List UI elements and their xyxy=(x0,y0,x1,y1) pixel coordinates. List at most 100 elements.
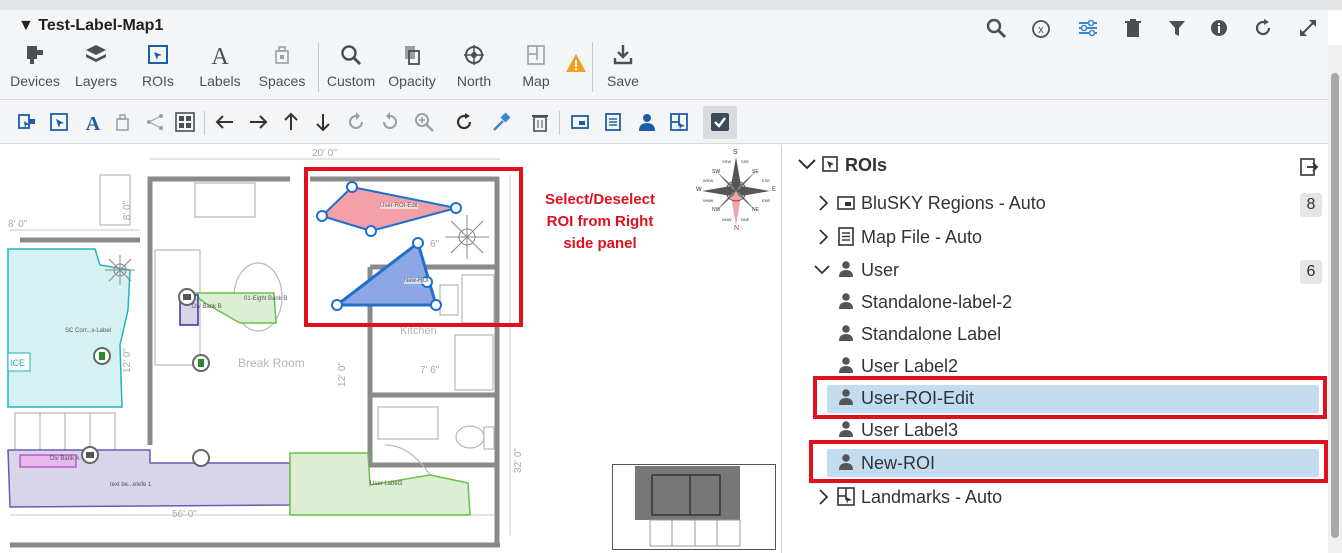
map-button[interactable]: Map xyxy=(510,40,562,96)
compass-ssw-label: SSW xyxy=(722,159,732,164)
opacity-button[interactable]: Opacity xyxy=(384,40,440,96)
tree-item-label: User Label3 xyxy=(861,420,959,440)
user-icon xyxy=(839,357,853,373)
svg-text:A: A xyxy=(86,113,101,133)
grid-select-icon[interactable] xyxy=(174,111,196,133)
window-top-strip xyxy=(0,0,1342,10)
chevron-right-icon[interactable] xyxy=(817,228,829,246)
share-nodes-icon[interactable] xyxy=(144,111,166,133)
minimap-frame[interactable] xyxy=(612,464,776,550)
chevron-down-icon[interactable] xyxy=(797,156,817,172)
arrow-up-icon[interactable] xyxy=(280,111,302,133)
dimension-kitchen-width-label: 7' 6" xyxy=(420,365,440,376)
collapse-caret-icon[interactable]: ▼ xyxy=(18,17,34,34)
export-icon[interactable] xyxy=(1299,157,1319,177)
user-icon xyxy=(839,325,853,341)
refresh-icon[interactable] xyxy=(453,111,475,133)
arrow-down-icon[interactable] xyxy=(312,111,334,133)
roi-select-icon[interactable] xyxy=(48,111,70,133)
delete-icon[interactable] xyxy=(1122,17,1144,39)
zone-label-user-label3: User Label3 xyxy=(370,481,403,487)
arrow-left-icon[interactable] xyxy=(214,111,236,133)
tree-item-map-file[interactable]: Map File - Auto xyxy=(817,222,1297,252)
landmark-icon[interactable] xyxy=(668,111,690,133)
settings-sliders-icon[interactable] xyxy=(1077,17,1099,39)
map-canvas[interactable]: S N E W NE NW SE SW NNE NNW SSE SSW WSW … xyxy=(0,145,782,553)
vertical-scrollbar[interactable] xyxy=(1328,45,1342,553)
delete-icon[interactable] xyxy=(529,111,551,133)
tree-item-standalone-label-2[interactable]: Standalone-label-2 xyxy=(837,287,1297,317)
dimension-bottom-label: 56' 0" xyxy=(172,509,197,520)
document-icon[interactable] xyxy=(602,111,624,133)
north-button[interactable]: North xyxy=(448,40,500,96)
save-button[interactable]: Save xyxy=(598,40,648,96)
labels-button[interactable]: A Labels xyxy=(194,40,246,96)
tree-item-blusky-regions[interactable]: BluSKY Regions - Auto xyxy=(817,188,1297,218)
zone-label-text-be: text be...etefe 1 xyxy=(110,482,152,488)
eyedropper-icon[interactable] xyxy=(490,111,512,133)
refresh-icon[interactable] xyxy=(1252,17,1274,39)
compass-ene-label: ENE xyxy=(762,198,771,203)
zone-label-div-bank-a: Div Bank A xyxy=(50,456,80,462)
custom-button[interactable]: Custom xyxy=(323,40,379,96)
checkbox-checked-icon[interactable] xyxy=(709,111,731,133)
tree-item-user-group[interactable]: User xyxy=(813,255,1293,285)
filter-icon[interactable] xyxy=(1166,17,1188,39)
tree-item-label: Standalone-label-2 xyxy=(861,292,1013,312)
dimension-top-label: 20' 0" xyxy=(312,148,337,159)
region-icon xyxy=(837,196,855,210)
layers-button[interactable]: Layers xyxy=(70,40,122,96)
devices-button[interactable]: Devices xyxy=(6,40,64,96)
tree-root-rois[interactable]: ROIs xyxy=(797,150,1297,180)
labels-label: Labels xyxy=(199,73,241,89)
search-icon[interactable] xyxy=(985,17,1007,39)
dimension-12-left-label: 12' 0" xyxy=(121,348,133,373)
chevron-right-icon[interactable] xyxy=(817,194,829,212)
map-icon xyxy=(527,45,545,65)
devices-label: Devices xyxy=(10,73,60,89)
dimension-32-label: 32' 0" xyxy=(512,448,524,473)
space-icon[interactable] xyxy=(112,111,134,133)
labels-icon: A xyxy=(211,44,229,68)
compass-sw-label: SW xyxy=(712,169,721,175)
tree-item-label: User xyxy=(861,260,900,280)
chevron-right-icon[interactable] xyxy=(817,488,829,506)
rois-button[interactable]: ROIs xyxy=(134,40,182,96)
user-icon[interactable] xyxy=(636,111,658,133)
roi-icon xyxy=(822,156,838,172)
arrow-right-icon[interactable] xyxy=(247,111,269,133)
compass-east-label: E xyxy=(772,187,777,193)
layers-label: Layers xyxy=(74,73,118,89)
annotation-line: Select/Deselect xyxy=(544,191,656,208)
region-icon[interactable] xyxy=(569,111,591,133)
info-icon[interactable] xyxy=(1208,17,1230,39)
zoom-in-icon[interactable] xyxy=(413,111,435,133)
compass-ne-label: NE xyxy=(752,207,759,213)
compass-ese-label: ESE xyxy=(762,178,771,183)
scrollbar-thumb[interactable] xyxy=(1331,73,1339,538)
selection-red-box xyxy=(809,440,1328,483)
room-label-ice: ICE xyxy=(10,358,26,368)
dimension-vertical-small-label: 8' 0" xyxy=(122,200,134,221)
compass-north-label: N xyxy=(734,225,740,232)
compass-nnw-label: NNW xyxy=(722,217,732,222)
expand-icon[interactable] xyxy=(1297,17,1319,39)
tree-item-label: Standalone Label xyxy=(861,324,1002,344)
compass-rose-icon xyxy=(702,157,770,225)
rotate-right-icon[interactable] xyxy=(345,111,367,133)
tree-item-standalone-label[interactable]: Standalone Label xyxy=(837,319,1297,349)
chevron-down-icon[interactable] xyxy=(813,263,831,277)
map-title[interactable]: ▼ Test-Label-Map1 xyxy=(18,17,163,35)
ribbon-separator xyxy=(318,42,319,92)
tree-item-landmarks[interactable]: Landmarks - Auto xyxy=(817,482,1297,512)
count-badge: 8 xyxy=(1300,193,1322,217)
text-label-icon[interactable]: A xyxy=(82,111,104,133)
device-add-icon[interactable] xyxy=(16,111,38,133)
landmark-icon xyxy=(837,487,855,506)
clear-filter-icon[interactable]: x xyxy=(1030,17,1052,39)
rotate-left-icon[interactable] xyxy=(379,111,401,133)
ribbon-separator xyxy=(592,42,593,92)
warning-icon[interactable] xyxy=(565,52,587,74)
roi-tree-panel: ROIs BluSKY Regions - Auto 8 Map File - … xyxy=(783,145,1328,553)
spaces-button[interactable]: Spaces xyxy=(253,40,311,96)
